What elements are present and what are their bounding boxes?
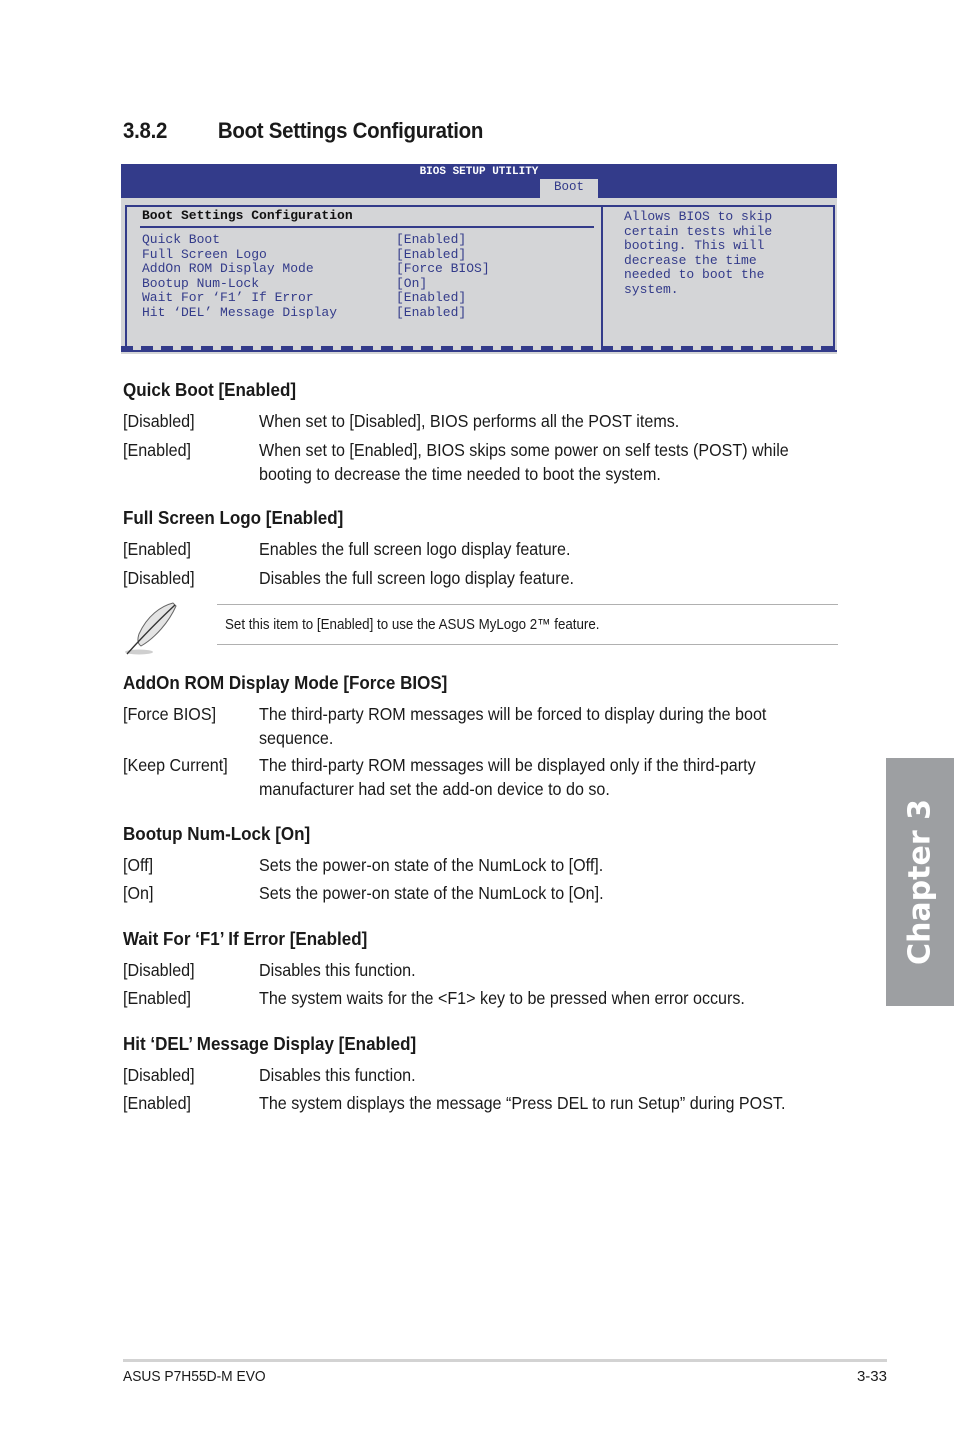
section-number: 3.8.2 bbox=[123, 118, 168, 143]
option-desc: The third-party ROM messages will be for… bbox=[259, 704, 767, 748]
setting-heading-quick-boot: Quick Boot [Enabled] bbox=[123, 379, 297, 400]
option-desc: Sets the power-on state of the NumLock t… bbox=[259, 855, 604, 875]
bios-tab-boot[interactable]: Boot bbox=[540, 179, 598, 198]
footer-product: ASUS P7H55D-M EVO bbox=[123, 1368, 266, 1385]
bios-item-label: Wait For ‘F1’ If Error bbox=[142, 290, 314, 305]
option-key: [On] bbox=[123, 883, 154, 903]
bios-heading-rule bbox=[140, 226, 594, 228]
option-row: [Off] Sets the power-on state of the NumL… bbox=[123, 854, 843, 878]
bios-help-text: Allows BIOS to skip certain tests while … bbox=[624, 209, 773, 297]
bios-item-hit-del-message[interactable]: Hit ‘DEL’ Message Display [Enabled] bbox=[142, 304, 490, 321]
bios-panel-heading: Boot Settings Configuration bbox=[142, 208, 353, 223]
bios-item-value: [Enabled] bbox=[396, 232, 467, 247]
option-row: [Enabled] The system waits for the <F1> k… bbox=[123, 987, 843, 1011]
chapter-tab-label: Chapter 3 bbox=[902, 799, 938, 965]
bios-utility-title: BIOS SETUP UTILITY bbox=[419, 166, 539, 178]
note-bottom-rule bbox=[217, 644, 838, 645]
option-desc: The system waits for the <F1> key to be … bbox=[259, 988, 745, 1008]
bios-item-value: [Force BIOS] bbox=[396, 261, 490, 276]
setting-heading-wait-f1: Wait For ‘F1’ If Error [Enabled] bbox=[123, 928, 368, 949]
chapter-tab: Chapter 3 bbox=[886, 758, 954, 1006]
bios-item-addon-rom-display-mode[interactable]: AddOn ROM Display Mode [Force BIOS] bbox=[142, 261, 490, 277]
option-desc: Sets the power-on state of the NumLock t… bbox=[259, 883, 604, 903]
option-key: [Off] bbox=[123, 855, 154, 875]
bios-item-label: Full Screen Logo bbox=[142, 246, 267, 262]
note-text: Set this item to [Enabled] to use the AS… bbox=[225, 617, 600, 633]
option-key: [Disabled] bbox=[123, 568, 195, 588]
option-row: [Disabled] When set to [Disabled], BIOS p… bbox=[123, 410, 843, 434]
setting-heading-hit-del: Hit ‘DEL’ Message Display [Enabled] bbox=[123, 1033, 417, 1054]
option-row: [On] Sets the power-on state of the NumLo… bbox=[123, 882, 843, 906]
footer-rule bbox=[123, 1359, 887, 1362]
option-key: [Enabled] bbox=[123, 539, 192, 559]
option-key: [Disabled] bbox=[123, 411, 195, 431]
setting-heading-addon-rom: AddOn ROM Display Mode [Force BIOS] bbox=[123, 672, 448, 693]
bios-item-wait-for-f1[interactable]: Wait For ‘F1’ If Error [Enabled] bbox=[142, 290, 490, 306]
option-key: [Force BIOS] bbox=[123, 704, 217, 724]
bios-item-label: Quick Boot bbox=[142, 232, 221, 247]
option-row: [Force BIOS] The third-party ROM messages… bbox=[123, 703, 843, 750]
option-row: [Disabled] Disables the full screen logo … bbox=[123, 567, 843, 591]
bios-item-quick-boot[interactable]: Quick Boot [Enabled] bbox=[142, 232, 490, 248]
option-desc: When set to [Disabled], BIOS performs al… bbox=[259, 411, 680, 431]
option-desc: Disables the full screen logo display fe… bbox=[259, 568, 575, 588]
option-desc: Disables this function. bbox=[259, 960, 416, 980]
option-row: [Enabled] Enables the full screen logo di… bbox=[123, 538, 843, 562]
option-key: [Enabled] bbox=[123, 440, 192, 460]
bios-item-value: [Enabled] bbox=[396, 290, 467, 305]
option-key: [Enabled] bbox=[123, 988, 192, 1008]
option-desc: The third-party ROM messages will be dis… bbox=[259, 755, 756, 799]
option-desc: The system displays the message “Press D… bbox=[259, 1093, 786, 1113]
bios-item-full-screen-logo[interactable]: Full Screen Logo [Enabled] bbox=[142, 246, 490, 263]
bios-item-label: AddOn ROM Display Mode bbox=[142, 261, 314, 276]
feather-pen-icon bbox=[125, 602, 177, 655]
note-top-rule bbox=[217, 604, 838, 605]
footer-page-number: 3-33 bbox=[856, 1368, 887, 1385]
bios-settings-list: Quick Boot [Enabled] Full Screen Logo [Ena… bbox=[142, 232, 490, 321]
section-title-text: Boot Settings Configuration bbox=[217, 118, 484, 143]
option-row: [Keep Current] The third-party ROM messag… bbox=[123, 754, 843, 801]
option-desc: When set to [Enabled], BIOS skips some p… bbox=[259, 440, 789, 484]
bios-item-value: [Enabled] bbox=[396, 304, 467, 320]
option-key: [Keep Current] bbox=[123, 755, 228, 775]
option-row: [Disabled] Disables this function. bbox=[123, 959, 843, 983]
option-desc: Disables this function. bbox=[259, 1065, 416, 1085]
section-title: 3.8.2 Boot Settings Configuration bbox=[123, 118, 483, 144]
option-row: [Disabled] Disables this function. bbox=[123, 1064, 843, 1088]
bios-item-value: [On] bbox=[396, 275, 428, 291]
setting-heading-num-lock: Bootup Num-Lock [On] bbox=[123, 823, 311, 844]
bios-screenshot: BIOS SETUP UTILITY Boot Boot Settings Co… bbox=[121, 164, 837, 354]
bios-item-value: [Enabled] bbox=[396, 246, 467, 262]
option-key: [Disabled] bbox=[123, 960, 195, 980]
option-row: [Enabled] When set to [Enabled], BIOS ski… bbox=[123, 439, 843, 486]
option-key: [Disabled] bbox=[123, 1065, 195, 1085]
bios-item-label: Hit ‘DEL’ Message Display bbox=[142, 304, 338, 320]
setting-heading-full-screen-logo: Full Screen Logo [Enabled] bbox=[123, 507, 344, 528]
option-row: [Enabled] The system displays the message… bbox=[123, 1092, 843, 1116]
bios-bottom-line bbox=[121, 350, 837, 352]
option-desc: Enables the full screen logo display fea… bbox=[259, 539, 571, 559]
bios-item-label: Bootup Num-Lock bbox=[142, 275, 260, 291]
option-key: [Enabled] bbox=[123, 1093, 192, 1113]
bios-item-bootup-num-lock[interactable]: Bootup Num-Lock [On] bbox=[142, 275, 490, 292]
bios-divider bbox=[601, 205, 603, 350]
